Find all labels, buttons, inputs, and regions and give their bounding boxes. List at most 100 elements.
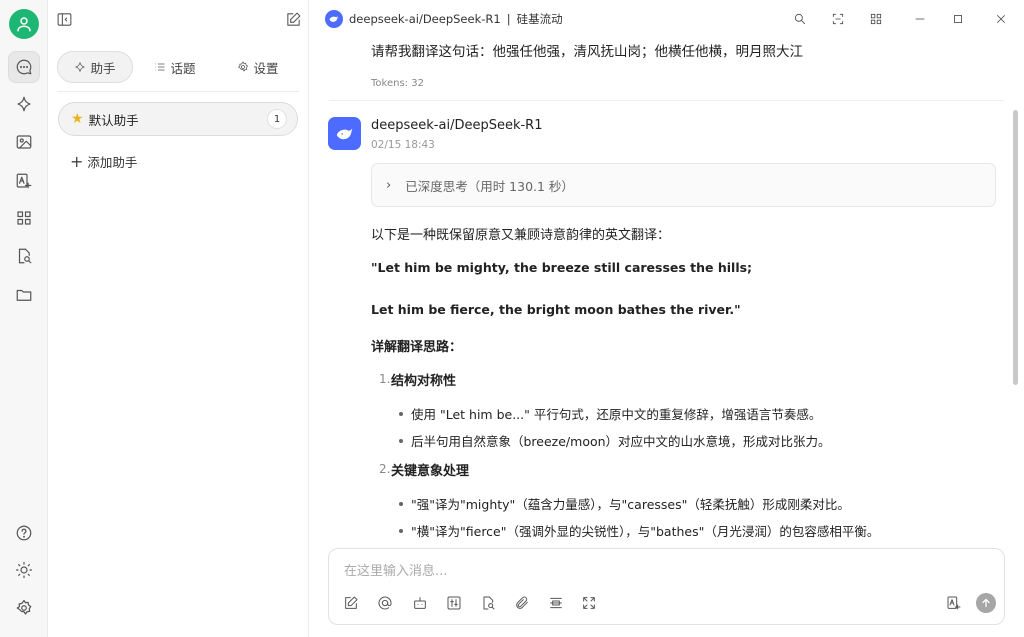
- sparkle-icon: [75, 62, 86, 72]
- whale-icon: [329, 16, 338, 22]
- assistant-panel: 助手 话题 设置 ★ 默认助手 1 + 添加助手: [48, 0, 309, 637]
- maximize-icon: [954, 15, 962, 23]
- user-icon: [17, 17, 31, 32]
- document-search-icon: [18, 248, 32, 264]
- star-icon: ★: [71, 111, 84, 127]
- send-button[interactable]: [976, 593, 996, 613]
- whale-icon: [336, 128, 352, 139]
- reasoning-toggle[interactable]: › 已深度思考（用时 130.1 秒）: [371, 163, 996, 207]
- toggle-sidebar-button[interactable]: [52, 7, 76, 31]
- translate-tool[interactable]: [943, 592, 965, 614]
- mention-tool[interactable]: [374, 592, 396, 614]
- minimize-icon: [915, 18, 925, 20]
- list-number: 2.: [379, 462, 391, 476]
- tab-label: 助手: [90, 60, 116, 76]
- chat-icon: [16, 59, 32, 75]
- list-item: "强"译为"mighty"（蕴含力量感），与"caresses"（轻柔抚触）形成…: [411, 497, 850, 512]
- maximize-button[interactable]: [947, 8, 969, 30]
- bot-icon: [414, 597, 426, 609]
- translation-line-2: Let him be fierce, the bright moon bathe…: [371, 302, 741, 317]
- topic-summary-button[interactable]: [827, 8, 849, 30]
- tab-assistants[interactable]: 助手: [57, 51, 133, 83]
- user-avatar[interactable]: [9, 9, 39, 39]
- tab-topics[interactable]: 话题: [133, 51, 217, 83]
- rail-apps-button[interactable]: [8, 202, 40, 234]
- translation-line-1: "Let him be mighty, the breeze still car…: [371, 260, 753, 275]
- panel-divider: [57, 91, 299, 92]
- rail-settings-button[interactable]: [8, 592, 40, 624]
- plus-icon: +: [70, 151, 84, 171]
- translate-icon: [947, 596, 961, 610]
- add-assistant-label: 添加助手: [87, 155, 138, 170]
- help-icon: [16, 525, 32, 541]
- close-icon: [997, 15, 1005, 23]
- folder-icon: [16, 289, 32, 301]
- bullet-dot: [399, 412, 403, 416]
- chevron-right-icon: ›: [386, 177, 392, 193]
- new-chat-button[interactable]: [281, 7, 305, 31]
- context-break-icon: [550, 597, 562, 609]
- rail-knowledge-button[interactable]: [8, 240, 40, 272]
- at-icon: [378, 596, 392, 610]
- edit-icon: [286, 12, 300, 26]
- rail-agents-button[interactable]: [8, 88, 40, 120]
- image-icon: [16, 135, 32, 149]
- sidebar-collapse-icon: [57, 12, 71, 26]
- panel-tabs: 助手 话题 设置: [57, 50, 299, 84]
- gear-icon: [238, 61, 249, 72]
- sliders-icon: [447, 596, 461, 610]
- rail-help-button[interactable]: [8, 517, 40, 549]
- bullet-dot: [399, 439, 403, 443]
- attach-tool[interactable]: [511, 592, 533, 614]
- rail-translate-button[interactable]: [8, 165, 40, 197]
- assistant-tool[interactable]: [409, 592, 431, 614]
- arrow-up-icon: [982, 598, 990, 608]
- sparkle-icon: [17, 96, 31, 112]
- topic-count-badge: 1: [267, 109, 287, 129]
- tab-settings[interactable]: 设置: [217, 51, 299, 83]
- rail-chat-button[interactable]: [8, 51, 40, 83]
- grid-icon: [870, 13, 882, 25]
- token-count: Tokens: 32: [371, 78, 424, 89]
- message-time: 02/15 18:43: [371, 139, 435, 151]
- model-name-label: deepseek-ai/DeepSeek-R1: [371, 118, 543, 133]
- rail-theme-button[interactable]: [8, 554, 40, 586]
- section-title: 结构对称性: [391, 374, 457, 389]
- list-item: 后半句用自然意象（breeze/moon）对应中文的山水意境，形成对比张力。: [411, 434, 831, 449]
- paperclip-icon: [516, 596, 528, 609]
- mini-apps-button[interactable]: [865, 8, 887, 30]
- bullet-dot: [399, 529, 403, 533]
- message-divider: [329, 100, 1005, 101]
- panel-header: [48, 0, 309, 38]
- rail-paint-button[interactable]: [8, 126, 40, 158]
- bullet-dot: [399, 502, 403, 506]
- assistant-name: 默认助手: [88, 112, 139, 128]
- minimize-button[interactable]: [909, 8, 931, 30]
- title-separator: |: [506, 12, 511, 26]
- knowledge-tool[interactable]: [477, 592, 499, 614]
- model-name: deepseek-ai/DeepSeek-R1: [349, 12, 501, 26]
- clear-context-tool[interactable]: [545, 592, 567, 614]
- assistant-item-default[interactable]: ★ 默认助手 1: [58, 102, 298, 136]
- explain-heading: 详解翻译思路：: [371, 340, 463, 355]
- tab-label: 设置: [253, 60, 279, 76]
- message-input[interactable]: 在这里输入消息...: [344, 560, 447, 579]
- list-icon: [155, 63, 165, 71]
- model-selector[interactable]: deepseek-ai/DeepSeek-R1 | 硅基流动: [325, 10, 563, 28]
- new-topic-tool[interactable]: [340, 592, 362, 614]
- add-assistant-button[interactable]: + 添加助手: [70, 152, 137, 171]
- search-icon: [794, 13, 806, 25]
- edit-icon: [345, 596, 358, 609]
- provider-name: 硅基流动: [516, 12, 563, 26]
- list-item: "横"译为"fierce"（强调外显的尖锐性），与"bathes"（月光浸润）的…: [411, 524, 880, 539]
- left-rail: [0, 0, 48, 637]
- expand-tool[interactable]: [578, 592, 600, 614]
- close-button[interactable]: [990, 8, 1012, 30]
- rail-files-button[interactable]: [8, 279, 40, 311]
- document-search-icon: [483, 596, 495, 610]
- settings-tool[interactable]: [443, 592, 465, 614]
- search-button[interactable]: [789, 8, 811, 30]
- intro-text: 以下是一种既保留原意又兼顾诗意韵律的英文翻译：: [371, 228, 671, 243]
- title-bar: deepseek-ai/DeepSeek-R1 | 硅基流动: [309, 0, 1024, 38]
- chat-scrollbar[interactable]: [1013, 110, 1018, 385]
